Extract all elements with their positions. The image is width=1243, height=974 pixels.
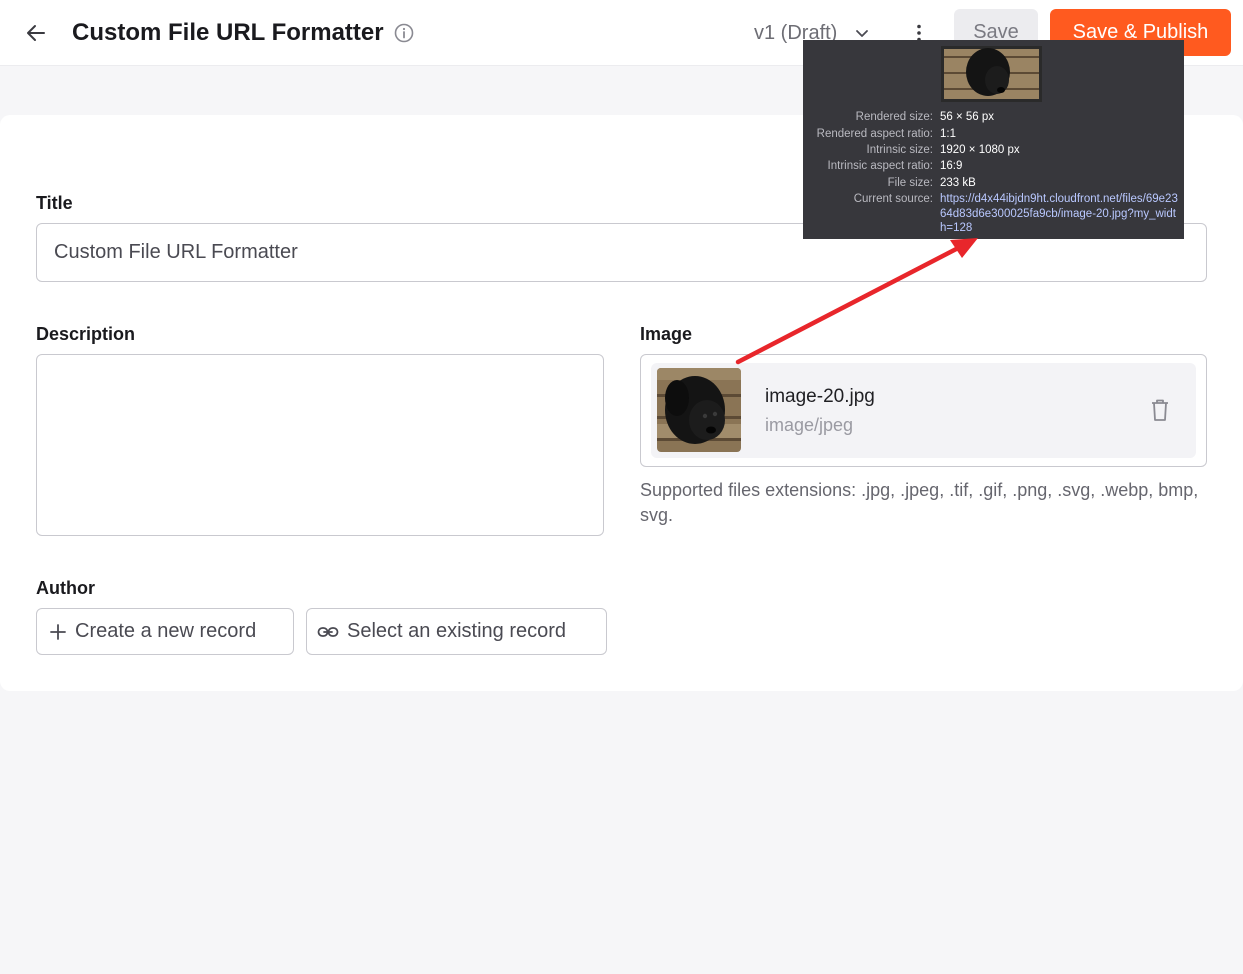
select-record-label: Select an existing record bbox=[347, 620, 567, 642]
link-icon bbox=[317, 626, 339, 637]
title-label: Title bbox=[36, 193, 73, 213]
chevron-down-icon[interactable] bbox=[854, 25, 870, 41]
image-label: Image bbox=[640, 324, 693, 344]
tooltip-value: 16:9 bbox=[940, 160, 963, 172]
file-type: image/jpeg bbox=[765, 415, 854, 435]
tooltip-value: 56 × 56 px bbox=[940, 111, 995, 123]
tooltip-source-link[interactable]: https://d4x44ibjdn9ht.cloudfront.net/fil… bbox=[940, 192, 1180, 236]
image-thumbnail[interactable] bbox=[657, 368, 741, 452]
page-title: Custom File URL Formatter bbox=[72, 19, 384, 46]
tooltip-value: 1:1 bbox=[940, 128, 956, 140]
tooltip-key: Intrinsic aspect ratio: bbox=[827, 160, 933, 172]
trash-icon[interactable] bbox=[1148, 397, 1172, 423]
file-name: image-20.jpg bbox=[765, 386, 875, 407]
select-record-button[interactable]: Select an existing record bbox=[306, 608, 607, 655]
arrow-left-icon[interactable] bbox=[22, 20, 50, 46]
create-record-label: Create a new record bbox=[75, 620, 257, 642]
plus-icon bbox=[50, 623, 66, 640]
supported-extensions-help: Supported files extensions: .jpg, .jpeg,… bbox=[640, 480, 1199, 525]
tooltip-key: Rendered aspect ratio: bbox=[816, 128, 933, 140]
tooltip-value: 1920 × 1080 px bbox=[940, 144, 1020, 156]
description-label: Description bbox=[36, 324, 136, 344]
tooltip-key: Intrinsic size: bbox=[866, 144, 933, 156]
tooltip-value: 233 kB bbox=[940, 177, 976, 189]
tooltip-key: Rendered size: bbox=[855, 111, 933, 123]
tooltip-key: File size: bbox=[887, 177, 933, 189]
tooltip-image-preview bbox=[941, 46, 1042, 102]
info-icon[interactable] bbox=[393, 22, 415, 44]
author-label: Author bbox=[36, 578, 95, 598]
tooltip-key: Current source: bbox=[853, 193, 933, 205]
create-record-button[interactable]: Create a new record bbox=[36, 608, 294, 655]
description-textarea[interactable] bbox=[36, 354, 604, 536]
